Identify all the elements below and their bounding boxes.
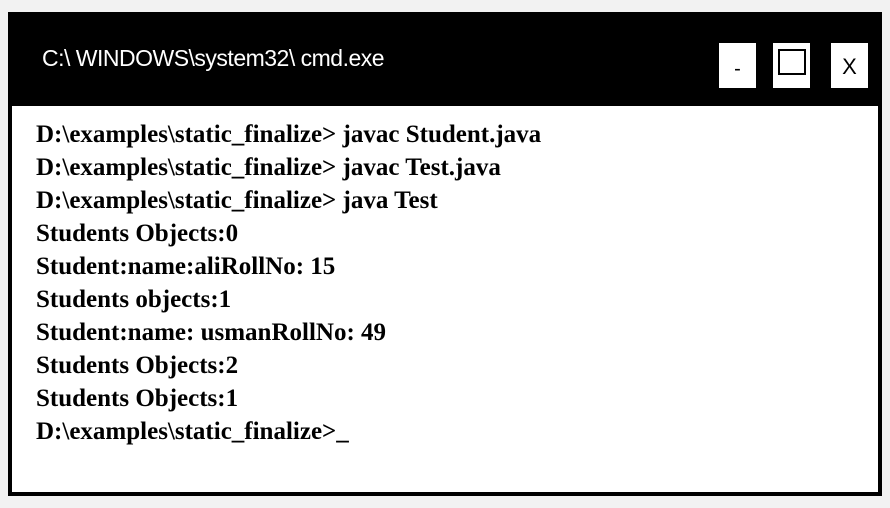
minimize-button[interactable]: - <box>719 43 756 88</box>
cmd-window: C:\ WINDOWS\system32\ cmd.exe - X D:\exa… <box>8 12 882 496</box>
console-line: Student:name:aliRollNo: 15 <box>36 253 336 280</box>
console-line: Students objects:1 <box>36 286 232 313</box>
console-line: Students Objects:1 <box>36 385 239 412</box>
window-title: C:\ WINDOWS\system32\ cmd.exe <box>42 45 385 71</box>
console-line: Students Objects:0 <box>36 220 239 247</box>
console-line: D:\examples\static_finalize> javac Stude… <box>36 121 542 148</box>
minimize-icon: - <box>734 58 741 80</box>
maximize-button[interactable] <box>773 43 810 88</box>
maximize-icon <box>778 49 806 75</box>
console-line: D:\examples\static_finalize> javac Test.… <box>36 154 501 181</box>
close-button[interactable]: X <box>831 43 868 88</box>
console-output[interactable]: D:\examples\static_finalize> javac Stude… <box>12 106 878 492</box>
title-bar[interactable]: C:\ WINDOWS\system32\ cmd.exe - X <box>8 12 882 106</box>
command-prompt[interactable]: D:\examples\static_finalize>_ <box>36 415 878 448</box>
close-icon: X <box>842 54 857 79</box>
console-line: Student:name: usmanRollNo: 49 <box>36 319 387 346</box>
console-line: D:\examples\static_finalize> java Test <box>36 187 438 214</box>
console-line: Students Objects:2 <box>36 352 239 379</box>
